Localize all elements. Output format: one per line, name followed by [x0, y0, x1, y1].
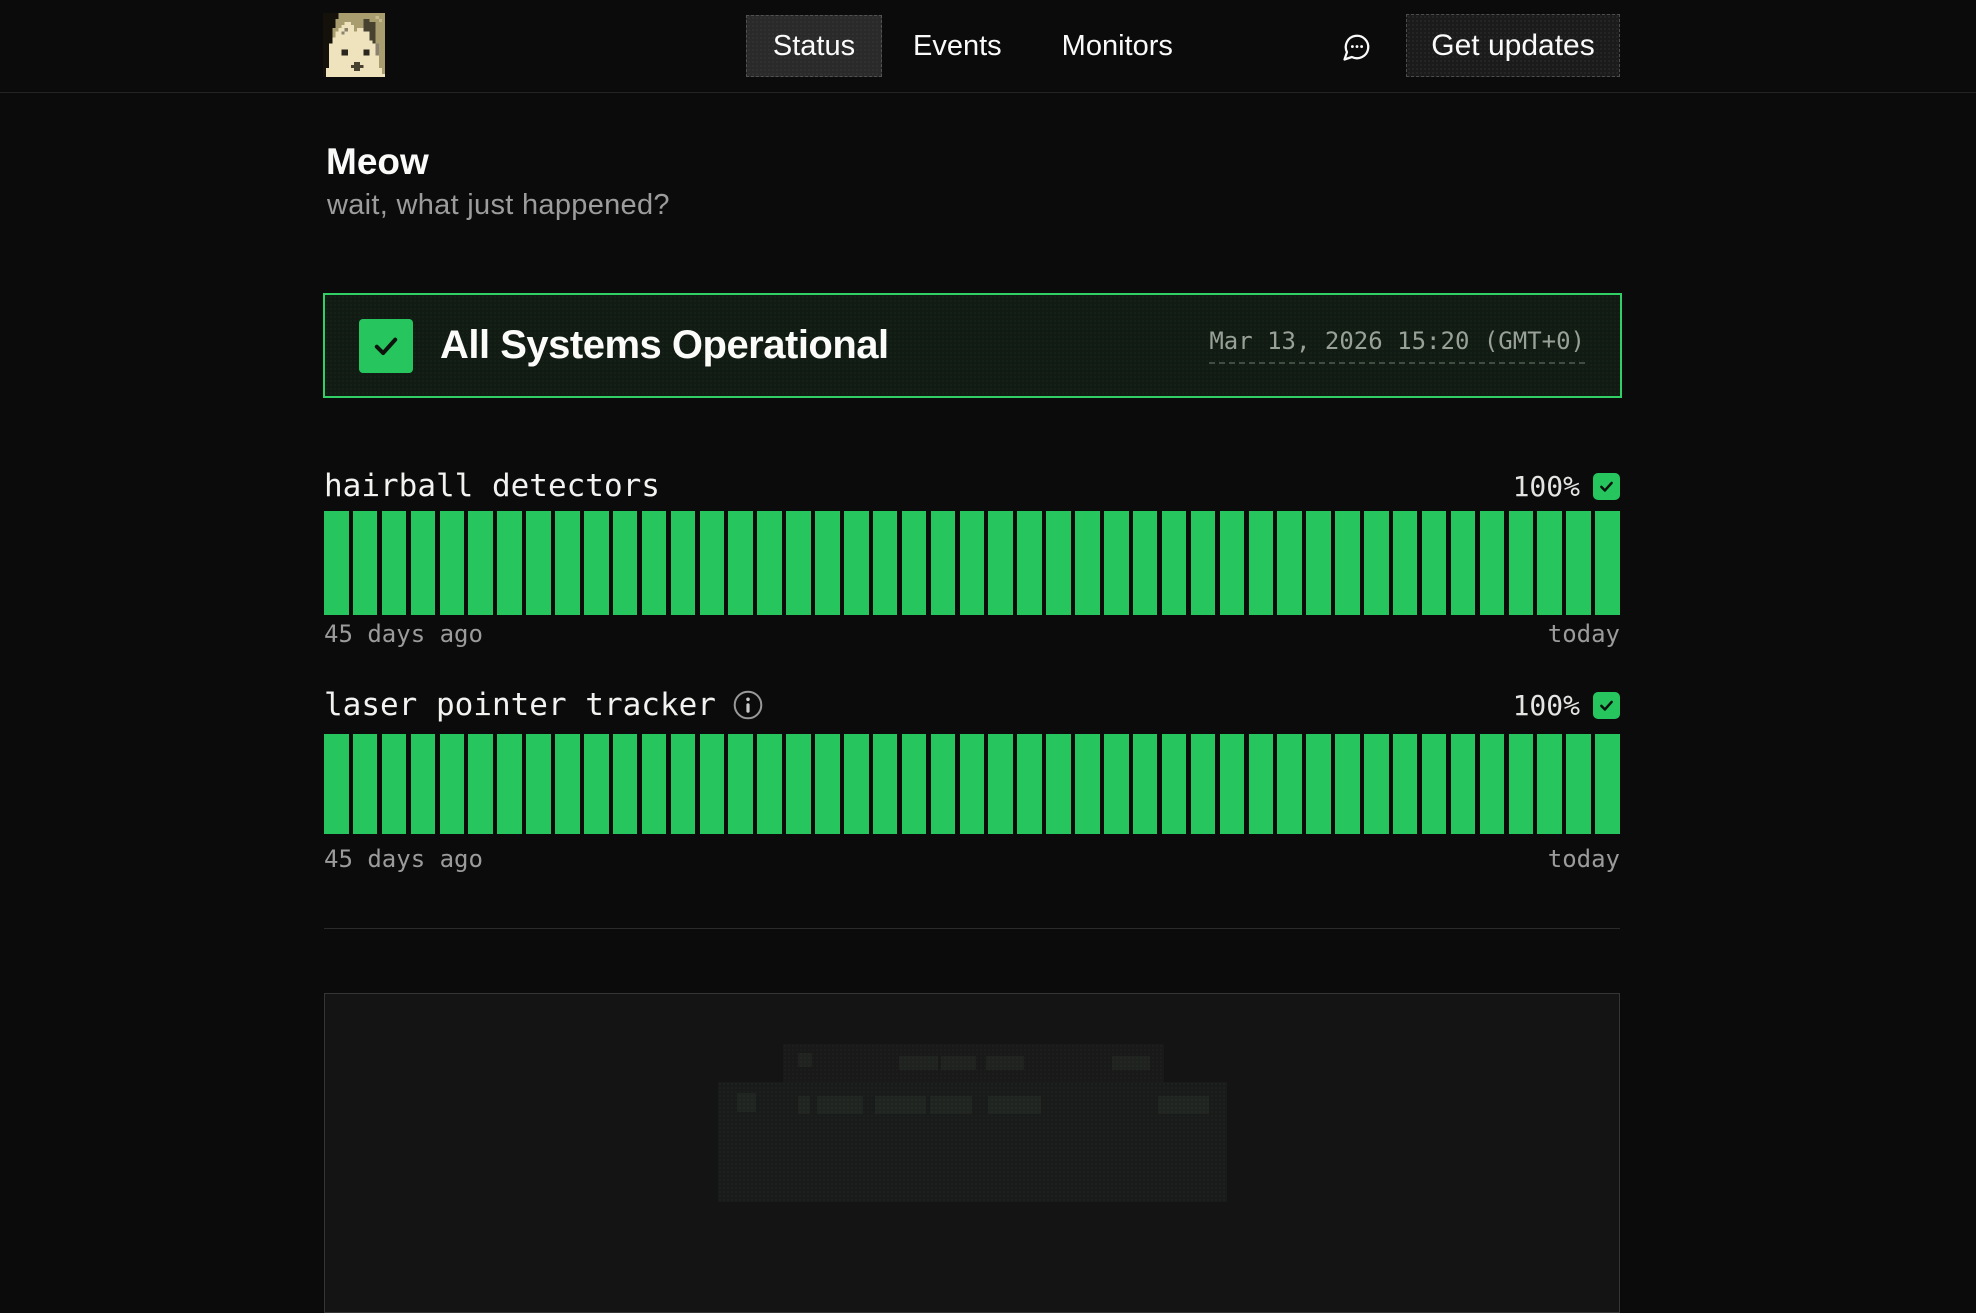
axis-end-label: today [1548, 845, 1620, 873]
status-banner-title: All Systems Operational [440, 323, 889, 368]
nav-tabs: Status Events Monitors [746, 15, 1173, 77]
axis-start-label: 45 days ago [324, 620, 483, 648]
status-banner-timestamp[interactable]: Mar 13, 2026 15:20 (GMT+0) [1209, 327, 1585, 364]
tab-status[interactable]: Status [746, 15, 882, 77]
preview-body-strip [718, 1082, 1227, 1202]
monitor-name: laser pointer tracker [324, 687, 716, 723]
axis-start-label: 45 days ago [324, 845, 483, 873]
uptime-percentage: 100% [1513, 470, 1580, 503]
monitor-status-check-icon [1593, 692, 1620, 719]
uptime-percentage: 100% [1513, 689, 1580, 722]
page-title: Meow [326, 140, 429, 184]
tab-monitors[interactable]: Monitors [1062, 30, 1173, 63]
status-check-icon [359, 319, 413, 373]
uptime-bars[interactable] [324, 734, 1620, 834]
status-banner: All Systems Operational Mar 13, 2026 15:… [323, 293, 1622, 398]
preview-card [324, 993, 1620, 1313]
section-divider [324, 928, 1620, 929]
get-updates-label: Get updates [1431, 29, 1594, 63]
info-icon[interactable] [733, 690, 763, 720]
monitor-name: hairball detectors [324, 468, 660, 504]
monitor-status-check-icon [1593, 473, 1620, 500]
uptime-bars[interactable] [324, 511, 1620, 615]
top-nav: Status Events Monitors Get updates [0, 0, 1976, 93]
get-updates-button[interactable]: Get updates [1406, 14, 1620, 77]
axis-end-label: today [1548, 620, 1620, 648]
tab-status-label: Status [773, 30, 855, 63]
crying-cat-logo[interactable] [323, 13, 385, 77]
chat-bubble-icon[interactable] [1342, 32, 1372, 62]
page-subtitle: wait, what just happened? [327, 188, 670, 223]
tab-events[interactable]: Events [913, 30, 1002, 63]
